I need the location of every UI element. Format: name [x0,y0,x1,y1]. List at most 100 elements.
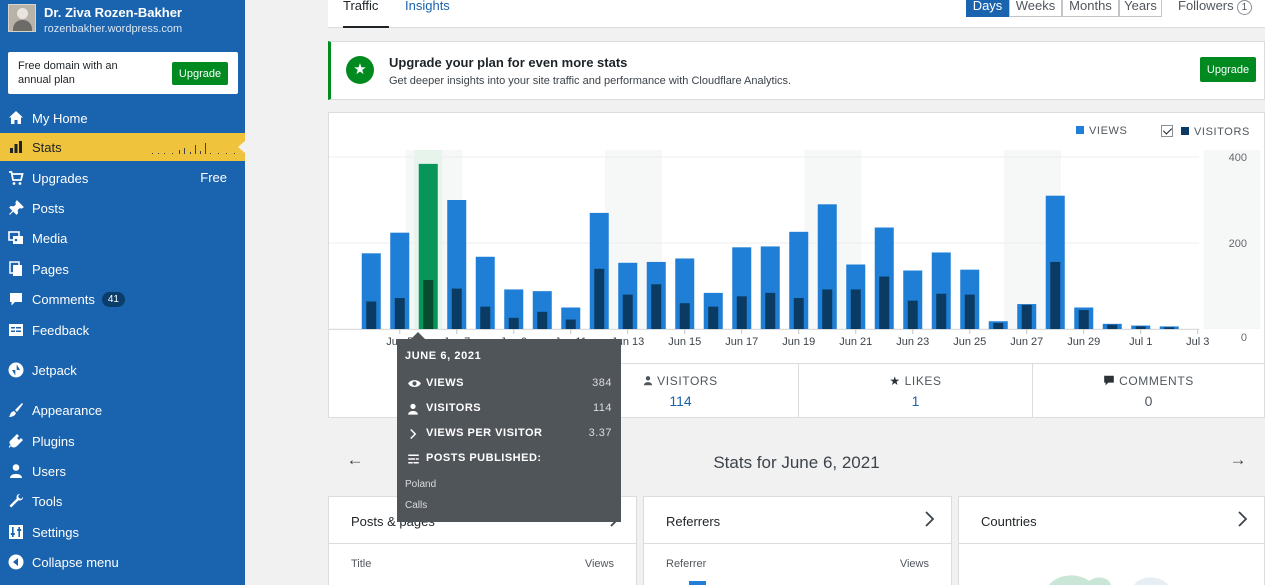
period-months-button[interactable]: Months [1062,0,1119,17]
summary-label-text: COMMENTS [1119,374,1194,388]
sidebar-item-label: Users [32,463,66,479]
x-tick-label: Jul 3 [1186,336,1209,348]
sidebar-item-stats[interactable]: Stats [0,133,245,161]
visitors-bar [879,276,890,329]
stats-nav-bar: Traffic Insights Days Weeks Months Years… [328,0,1265,28]
comments-count-badge: 41 [101,291,125,307]
visitors-bar [565,319,576,329]
countries-module: Countries [958,496,1265,585]
upgrade-button[interactable]: Upgrade [1200,57,1256,82]
chevron-right-icon[interactable] [919,509,939,529]
site-header[interactable]: Dr. Ziva Rozen-Bakher rozenbakher.wordpr… [8,4,238,40]
sidebar-item-label: Posts [32,200,65,216]
sidebar-item-comments[interactable]: Comments 41 [0,285,245,313]
visitors-bar [907,300,918,329]
visitors-bar [1135,326,1146,329]
upgrade-banner-description: Get deeper insights into your site traff… [389,75,792,87]
person-icon [408,403,418,415]
x-tick-label: Jun 19 [782,336,815,348]
summary-comments-label: COMMENTS [1033,374,1264,388]
sidebar-item-pages[interactable]: Pages [0,255,245,283]
tab-traffic[interactable]: Traffic [343,0,389,28]
promo-text: Free domain with an annual plan [18,60,118,86]
chevron-right-icon[interactable] [1232,509,1252,529]
collapse-menu-button[interactable]: Collapse menu [0,548,245,576]
x-tick-label: Jun 29 [1067,336,1100,348]
next-period-arrow-icon[interactable]: → [1226,450,1250,470]
sidebar-item-users[interactable]: Users [0,457,245,485]
visitors-bar [366,301,377,329]
tooltip-post-link[interactable]: Poland [405,479,436,490]
visitors-bar [508,317,519,329]
sidebar-item-jetpack[interactable]: Jetpack [0,356,245,384]
visitors-bar [423,279,434,329]
chevron-right-icon [410,428,417,440]
x-tick-label: Jun 15 [668,336,701,348]
x-tick-label: Jun 23 [896,336,929,348]
posts-list-icon [408,454,419,464]
tooltip-views-label: VIEWS [426,377,464,389]
module-header[interactable]: Referrers [644,497,951,544]
visitors-bar [993,322,1004,329]
sidebar-item-settings[interactable]: Settings [0,518,245,546]
sidebar-item-plugins[interactable]: Plugins [0,427,245,455]
chart-tooltip: JUNE 6, 2021 VIEWS 384 VISITORS 114 VIEW… [397,332,621,522]
visitors-bar [1107,324,1118,329]
followers-link[interactable]: Followers 1 [1178,0,1253,15]
pin-icon [9,200,24,215]
world-map [1049,575,1169,585]
visitors-bar [708,306,719,329]
visitors-bar [850,289,861,329]
x-tick-label: Jul 1 [1129,336,1152,348]
tooltip-post-link[interactable]: Calls [405,500,427,511]
visitors-bar [793,298,804,329]
views-visitors-bar-chart[interactable]: 0200400Jun 5Jun 7Jun 9Jun 11Jun 13Jun 15… [329,113,1264,363]
sidebar-item-label: Stats [32,139,62,155]
sidebar-item-media[interactable]: Media [0,224,245,252]
visitors-bar [480,306,491,329]
sidebar-item-posts[interactable]: Posts [0,194,245,222]
referrers-module: Referrers Referrer Views [643,496,952,585]
visitors-bar [594,268,605,329]
site-name: Dr. Ziva Rozen-Bakher [44,5,182,20]
followers-label: Followers [1178,0,1234,13]
visitors-bar [736,296,747,329]
promo-upgrade-button[interactable]: Upgrade [172,62,228,85]
summary-comments[interactable]: COMMENTS 0 [1032,363,1264,418]
module-title: Referrers [666,514,721,529]
tooltip-visitors-label: VISITORS [426,402,482,414]
sidebar-item-tools[interactable]: Tools [0,487,245,515]
sidebar-item-label: My Home [32,110,88,126]
x-tick-label: Jun 27 [1010,336,1043,348]
summary-likes[interactable]: ★ LIKES 1 [798,363,1032,418]
x-tick-label: Jun 21 [839,336,872,348]
period-weeks-button[interactable]: Weeks [1009,0,1062,17]
x-tick-label: Jun 17 [725,336,758,348]
visitors-bar [451,288,462,329]
promo-banner: Free domain with an annual plan Upgrade [8,52,238,94]
sidebar-item-feedback[interactable]: Feedback [0,316,245,344]
y-tick-label: 200 [1229,238,1247,250]
y-tick-label: 0 [1241,332,1247,344]
sidebar-item-appearance[interactable]: Appearance [0,396,245,424]
tooltip-views-value: 384 [592,377,612,389]
eye-icon [408,380,421,387]
module-header[interactable]: Countries [959,497,1264,544]
visitors-bar [651,284,662,329]
person-icon [644,376,653,386]
visitors-bar [765,292,776,329]
sidebar-item-my-home[interactable]: My Home [0,104,245,132]
column-header-views: Views [584,558,614,570]
sidebar-item-upgrades[interactable]: Upgrades Free [0,164,245,192]
tooltip-date: JUNE 6, 2021 [405,350,482,362]
sidebar-item-label: Jetpack [32,362,77,378]
upgrade-banner-title: Upgrade your plan for even more stats [389,55,628,70]
period-days-button[interactable]: Days [966,0,1009,17]
comment-icon [1104,375,1114,386]
tooltip-visitors-row: VISITORS 114 [405,402,612,416]
period-years-button[interactable]: Years [1119,0,1162,17]
sidebar-item-label: Collapse menu [32,554,119,570]
sidebar-item-label: Plugins [32,433,75,449]
star-icon: ★ [346,56,374,84]
tab-insights[interactable]: Insights [405,0,450,28]
